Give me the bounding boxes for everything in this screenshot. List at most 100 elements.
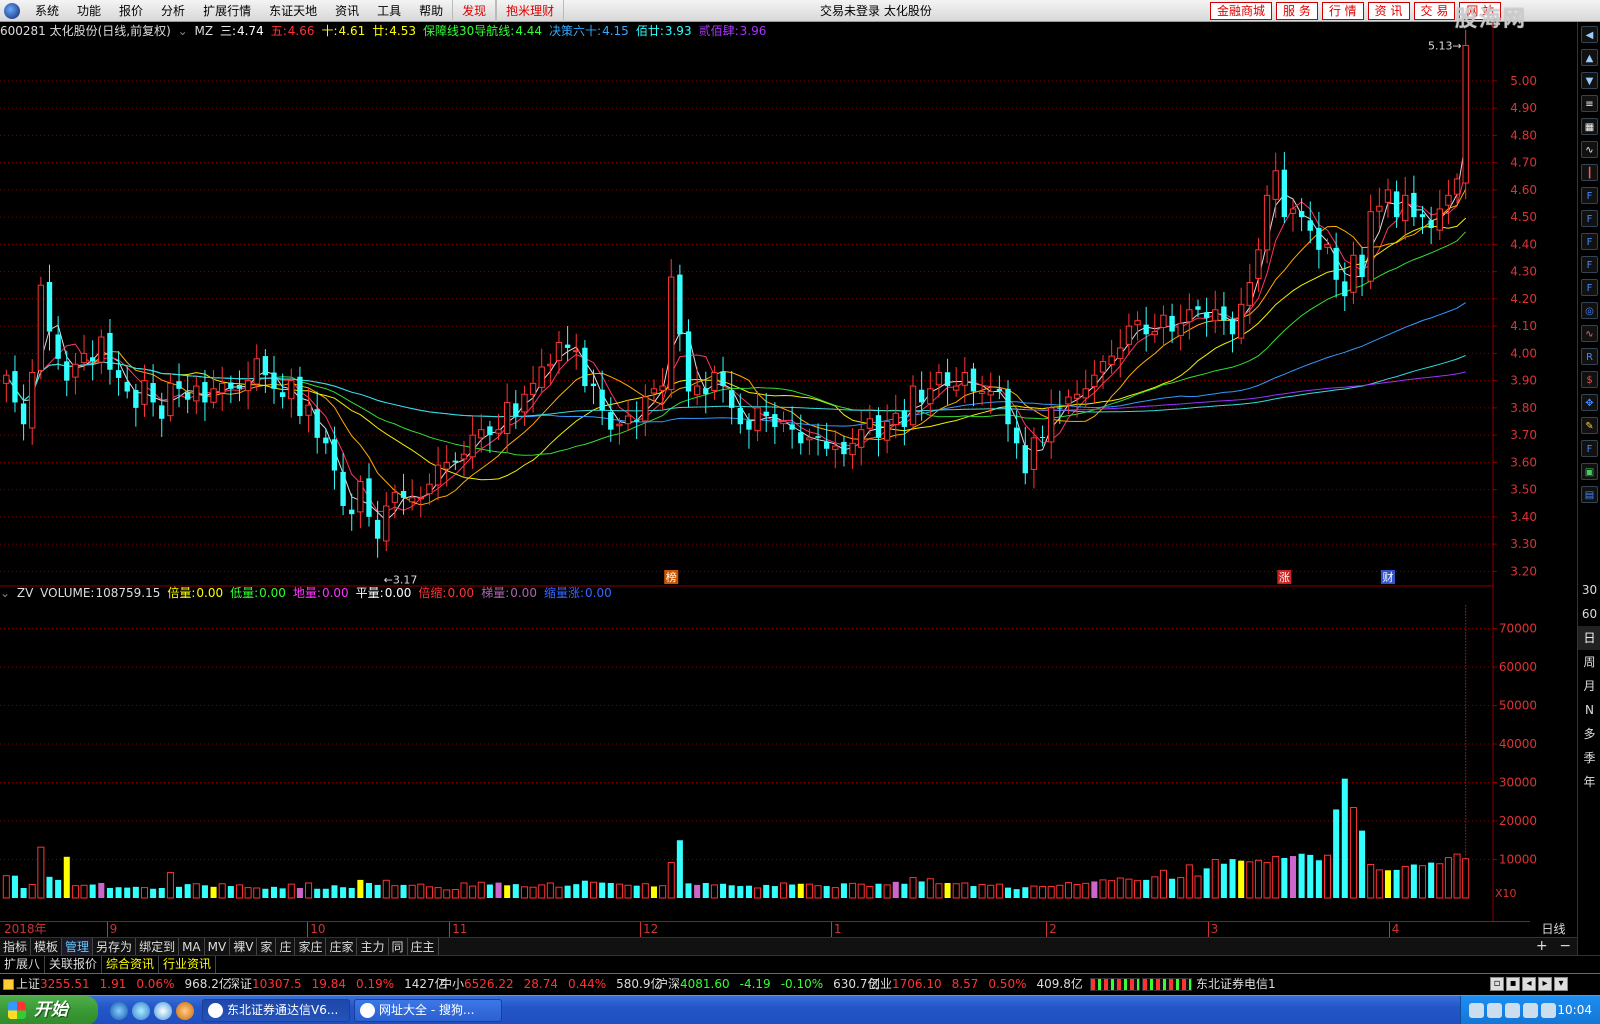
candle[interactable] — [29, 359, 36, 445]
candle[interactable] — [55, 316, 61, 370]
candle[interactable] — [244, 361, 252, 410]
candle[interactable] — [901, 398, 908, 446]
list-icon[interactable]: ≡ — [1581, 95, 1598, 112]
volume-bar[interactable] — [1333, 809, 1340, 898]
candle[interactable] — [763, 392, 769, 432]
candle[interactable] — [1411, 175, 1417, 226]
plus-icon[interactable]: + — [1536, 937, 1548, 955]
update-icon[interactable] — [1541, 1003, 1556, 1018]
candle[interactable] — [98, 329, 105, 374]
volume-bar[interactable] — [667, 862, 675, 899]
candle[interactable] — [1350, 241, 1357, 304]
volume-bar[interactable] — [918, 881, 925, 898]
volume-bar[interactable] — [840, 883, 847, 898]
volume-bar[interactable] — [460, 882, 468, 899]
volume-bar[interactable] — [469, 885, 477, 899]
candle[interactable] — [1333, 232, 1339, 298]
volume-bar[interactable] — [926, 878, 934, 899]
nav-up-icon[interactable]: ▲ — [1581, 49, 1598, 66]
volume-bar[interactable] — [935, 883, 943, 899]
volume-bar[interactable] — [883, 884, 891, 899]
candle[interactable] — [495, 414, 502, 440]
volume-bar[interactable] — [875, 883, 882, 898]
candle[interactable] — [529, 365, 537, 413]
period-button-6[interactable]: 多 — [1578, 722, 1600, 746]
volume-bar[interactable] — [1116, 877, 1124, 899]
news-icon[interactable]: F — [1581, 187, 1598, 204]
candle[interactable] — [452, 452, 459, 470]
candle[interactable] — [1134, 311, 1141, 341]
status-control-icon[interactable]: ▫ — [1490, 977, 1504, 991]
info-tab-0[interactable]: 扩展八 — [0, 956, 46, 973]
candle[interactable] — [1177, 304, 1184, 351]
collapse-icon[interactable]: ⌄ — [178, 24, 188, 38]
candle[interactable] — [582, 340, 588, 393]
candle[interactable] — [1160, 305, 1167, 347]
minus-icon[interactable]: − — [1559, 937, 1571, 955]
candle[interactable] — [1057, 390, 1063, 424]
volume-bar[interactable] — [901, 883, 908, 898]
info-tab-2[interactable]: 综合资讯 — [102, 956, 160, 973]
candle[interactable] — [573, 333, 580, 370]
candle[interactable] — [305, 387, 312, 433]
candle[interactable] — [1436, 189, 1443, 241]
volume-bar[interactable] — [1082, 882, 1090, 899]
volume-bar[interactable] — [210, 886, 217, 898]
candle[interactable] — [1462, 29, 1469, 200]
volume-bar[interactable] — [1428, 862, 1435, 898]
volume-bar[interactable] — [1315, 860, 1322, 898]
candle[interactable] — [1143, 306, 1149, 352]
candle[interactable] — [1125, 313, 1133, 355]
volume-bar[interactable] — [1341, 778, 1348, 898]
candle[interactable] — [314, 391, 320, 454]
indicator-tab-3[interactable]: 另存为 — [93, 938, 137, 955]
volume-bar[interactable] — [71, 885, 79, 899]
volume-bar[interactable] — [20, 887, 27, 898]
volume-bar[interactable] — [1159, 869, 1167, 899]
candle[interactable] — [564, 326, 571, 361]
status-control-icon[interactable]: ▪ — [1506, 977, 1520, 991]
candle[interactable] — [383, 492, 390, 552]
candle[interactable] — [1384, 178, 1392, 218]
volume-bar[interactable] — [46, 876, 53, 898]
candle[interactable] — [20, 384, 27, 441]
indicator-tab-12[interactable]: 主力 — [357, 938, 389, 955]
volume-bar[interactable] — [1281, 857, 1288, 898]
volume-bar[interactable] — [944, 882, 951, 898]
volume-bar[interactable] — [728, 885, 735, 898]
candle[interactable] — [253, 344, 260, 392]
volume-bar[interactable] — [253, 887, 261, 899]
candle[interactable] — [349, 493, 355, 531]
volume-bar[interactable] — [106, 887, 113, 898]
period-button-4[interactable]: 月 — [1578, 674, 1600, 698]
volume-bar[interactable] — [314, 888, 321, 898]
volume-bar[interactable] — [1047, 885, 1055, 899]
candle[interactable] — [297, 366, 303, 425]
candle[interactable] — [849, 428, 856, 470]
candle[interactable] — [228, 375, 234, 404]
volume-bar[interactable] — [1410, 864, 1417, 898]
volume-bar[interactable] — [1375, 869, 1383, 899]
volume-bar[interactable] — [650, 886, 657, 898]
volume-bar[interactable] — [63, 856, 70, 898]
candle[interactable] — [288, 368, 295, 418]
candle[interactable] — [408, 479, 416, 511]
volume-bar[interactable] — [477, 881, 485, 899]
candle[interactable] — [434, 446, 442, 501]
volume-bar[interactable] — [892, 881, 899, 898]
volume-bar[interactable] — [218, 883, 226, 899]
candle[interactable] — [789, 406, 795, 449]
volume-bar[interactable] — [1384, 870, 1391, 898]
candle[interactable] — [1359, 246, 1365, 296]
volume-bar[interactable] — [797, 883, 804, 898]
volume-bar[interactable] — [676, 840, 683, 898]
volume-bar[interactable] — [581, 880, 588, 898]
candle[interactable] — [1022, 426, 1028, 485]
volume-bar[interactable] — [1367, 864, 1375, 899]
candle[interactable] — [944, 358, 951, 405]
period-button-1[interactable]: 60 — [1578, 602, 1600, 626]
candle[interactable] — [720, 356, 726, 403]
volume-bar[interactable] — [1453, 853, 1461, 899]
candle[interactable] — [12, 355, 18, 413]
volume-bar[interactable] — [451, 889, 459, 899]
